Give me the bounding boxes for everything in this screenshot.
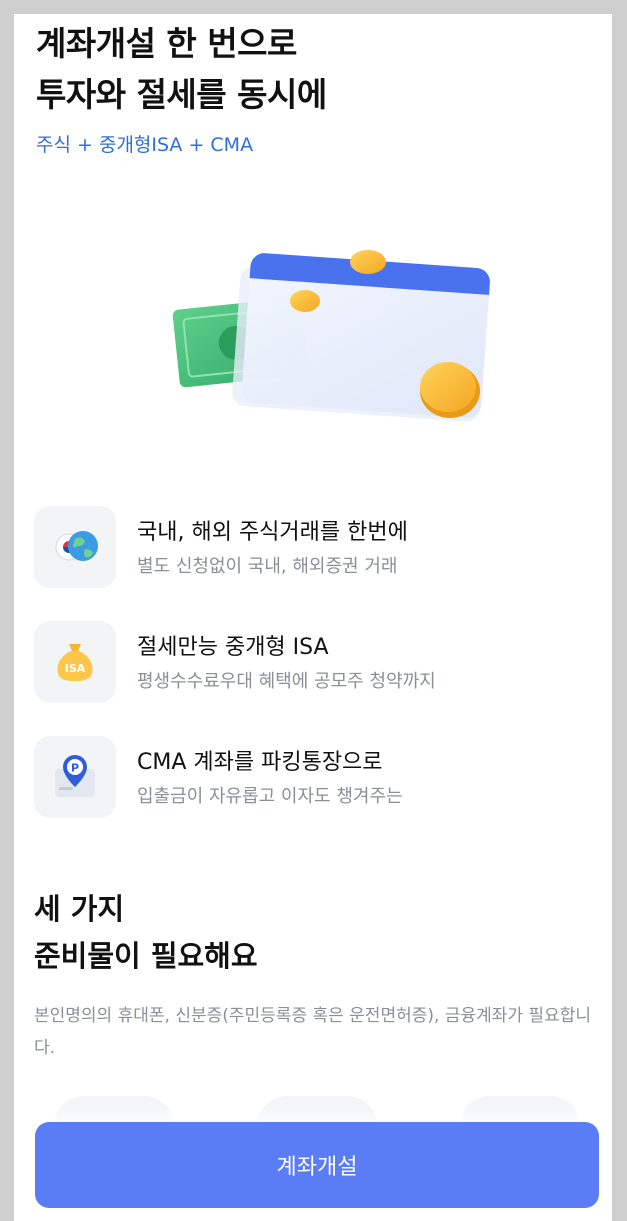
feature-description: 별도 신청없이 국내, 해외증권 거래 (137, 556, 398, 577)
parking-label: P (71, 762, 79, 775)
feature-icon-box (34, 506, 116, 588)
isa-label: ISA (65, 662, 86, 675)
parking-pin-icon: P (55, 755, 95, 797)
feature-icon-box: P (34, 736, 116, 818)
page-subtitle: 주식 + 중개형ISA + CMA (36, 134, 254, 156)
feature-description: 입출금이 자유롭고 이자도 챙겨주는 (137, 786, 403, 807)
feature-description: 평생수수료우대 혜택에 공모주 청약까지 (137, 671, 436, 692)
wallet-coins-illustration (172, 250, 490, 422)
requirements-title-line2: 준비물이 필요해요 (34, 939, 258, 973)
feature-title: 국내, 해외 주식거래를 한번에 (137, 520, 408, 545)
globe-flag-icon (55, 531, 98, 561)
feature-item-isa: ISA 절세만능 중개형 ISA 평생수수료우대 혜택에 공모주 청약까지 (34, 621, 594, 703)
requirements-title: 세 가지 준비물이 필요해요 (34, 886, 258, 980)
page-title-line1: 계좌개설 한 번으로 (36, 24, 297, 63)
page-title: 계좌개설 한 번으로 투자와 절세를 동시에 (36, 18, 327, 120)
feature-title: 절세만능 중개형 ISA (137, 635, 329, 660)
requirements-title-line1: 세 가지 (34, 892, 125, 926)
feature-item-stock-trading: 국내, 해외 주식거래를 한번에 별도 신청없이 국내, 해외증권 거래 (34, 506, 594, 588)
requirements-description: 본인명의의 휴대폰, 신분증(주민등록증 혹은 운전면허증), 금융계좌가 필요… (34, 1006, 591, 1058)
page-title-line2: 투자와 절세를 동시에 (36, 75, 327, 114)
feature-title: CMA 계좌를 파킹통장으로 (137, 750, 383, 775)
feature-icon-box: ISA (34, 621, 116, 703)
open-account-button[interactable]: 계좌개설 (35, 1122, 599, 1208)
screen: 계좌개설 한 번으로 투자와 절세를 동시에 주식 + 중개형ISA + CMA (14, 14, 612, 1221)
isa-moneybag-icon: ISA (57, 644, 93, 682)
feature-item-cma: P CMA 계좌를 파킹통장으로 입출금이 자유롭고 이자도 챙겨주는 (34, 736, 594, 818)
